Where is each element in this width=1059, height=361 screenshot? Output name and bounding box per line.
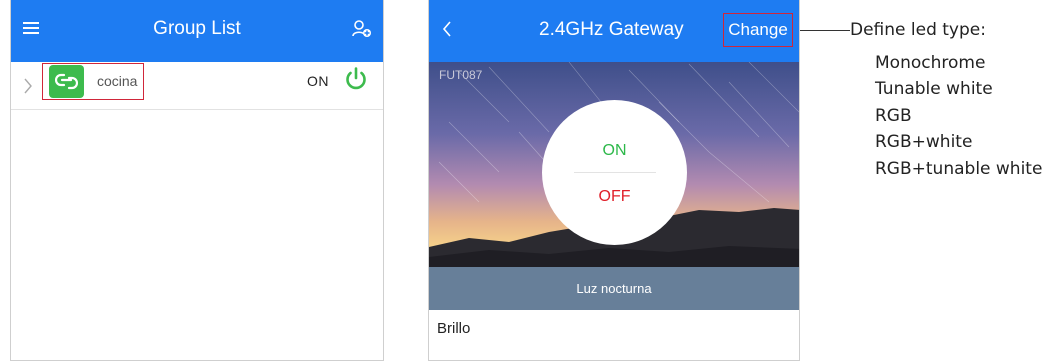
on-off-control: ON OFF: [542, 100, 687, 245]
top-app-bar: Group List: [11, 0, 383, 62]
change-button[interactable]: Change: [723, 13, 793, 47]
group-icon-badge: [49, 65, 84, 98]
annotation-title: Define led type:: [850, 20, 986, 40]
group-settings-icon[interactable]: [351, 18, 373, 40]
night-light-button[interactable]: Luz nocturna: [429, 267, 799, 310]
brightness-label: Brillo: [437, 320, 471, 337]
off-button[interactable]: OFF: [542, 188, 687, 206]
led-type-item: Monochrome: [875, 53, 986, 73]
chevron-left-icon[interactable]: [441, 20, 453, 38]
gateway-screen: 2.4GHz Gateway Change FUT087 ON OFF Luz …: [428, 0, 800, 361]
link-icon: [55, 73, 78, 90]
led-type-item: RGB+tunable white: [875, 158, 1043, 179]
list-item[interactable]: cocina ON: [11, 62, 383, 110]
top-app-bar: 2.4GHz Gateway Change: [429, 0, 799, 62]
chevron-right-icon[interactable]: [23, 78, 33, 94]
group-list-screen: Group List cocina ON: [10, 0, 384, 361]
divider: [574, 172, 656, 173]
led-type-item: Tunable white: [875, 79, 993, 100]
device-model-label: FUT087: [439, 68, 483, 82]
led-type-list: Monochrome Tunable white RGB RGB+white R…: [875, 50, 1042, 182]
power-icon[interactable]: [343, 66, 369, 92]
group-state: ON: [307, 73, 329, 89]
page-title: 2.4GHz Gateway: [539, 19, 684, 40]
page-title: Group List: [153, 18, 241, 39]
on-button[interactable]: ON: [542, 142, 687, 160]
led-type-item: RGB: [875, 105, 912, 126]
annotation-leader-line: [800, 30, 850, 31]
led-type-item: RGB+white: [875, 132, 973, 153]
group-name: cocina: [97, 73, 138, 89]
